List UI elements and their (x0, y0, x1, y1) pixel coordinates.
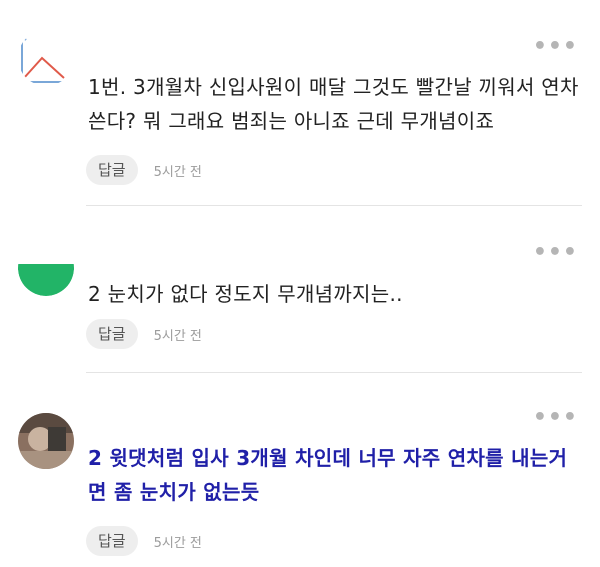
photo-avatar-icon (18, 413, 74, 469)
comment-text: 1번. 3개월차 신입사원이 매달 그것도 빨간날 끼워서 연차쓴다? 뭐 그래… (88, 75, 579, 133)
reply-button[interactable]: 답글 (86, 526, 138, 556)
avatar[interactable] (18, 413, 74, 469)
timestamp: 5시간 전 (153, 164, 202, 180)
more-options-icon[interactable]: ••• (533, 407, 578, 429)
green-circle-avatar-icon (18, 240, 74, 296)
comment-actions: 답글 5시간 전 (86, 155, 202, 185)
reply-button[interactable]: 답글 (86, 155, 138, 185)
comment-text: 2 눈치가 없다 정도지 무개념까지는.. (88, 282, 403, 306)
comment-actions: 답글 5시간 전 (86, 319, 202, 349)
comment-text: 2 윗댓처럼 입사 3개월 차인데 너무 자주 연차를 내는거면 좀 눈치가 없… (88, 446, 568, 504)
comment-item: ••• 2 윗댓처럼 입사 3개월 차인데 너무 자주 연차를 내는거면 좀 눈… (0, 373, 600, 567)
line-chart-avatar-icon (18, 30, 74, 86)
avatar[interactable] (18, 30, 74, 86)
comment-actions: 답글 5시간 전 (86, 526, 202, 556)
avatar[interactable] (18, 240, 74, 296)
comment-item: ••• 1번. 3개월차 신입사원이 매달 그것도 빨간날 끼워서 연차쓴다? … (0, 0, 600, 200)
timestamp: 5시간 전 (153, 535, 202, 551)
comment-item: ••• 2 눈치가 없다 정도지 무개념까지는.. 답글 5시간 전 (0, 206, 600, 376)
more-options-icon[interactable]: ••• (533, 242, 578, 264)
timestamp: 5시간 전 (153, 328, 202, 344)
reply-button[interactable]: 답글 (86, 319, 138, 349)
more-options-icon[interactable]: ••• (533, 36, 578, 58)
